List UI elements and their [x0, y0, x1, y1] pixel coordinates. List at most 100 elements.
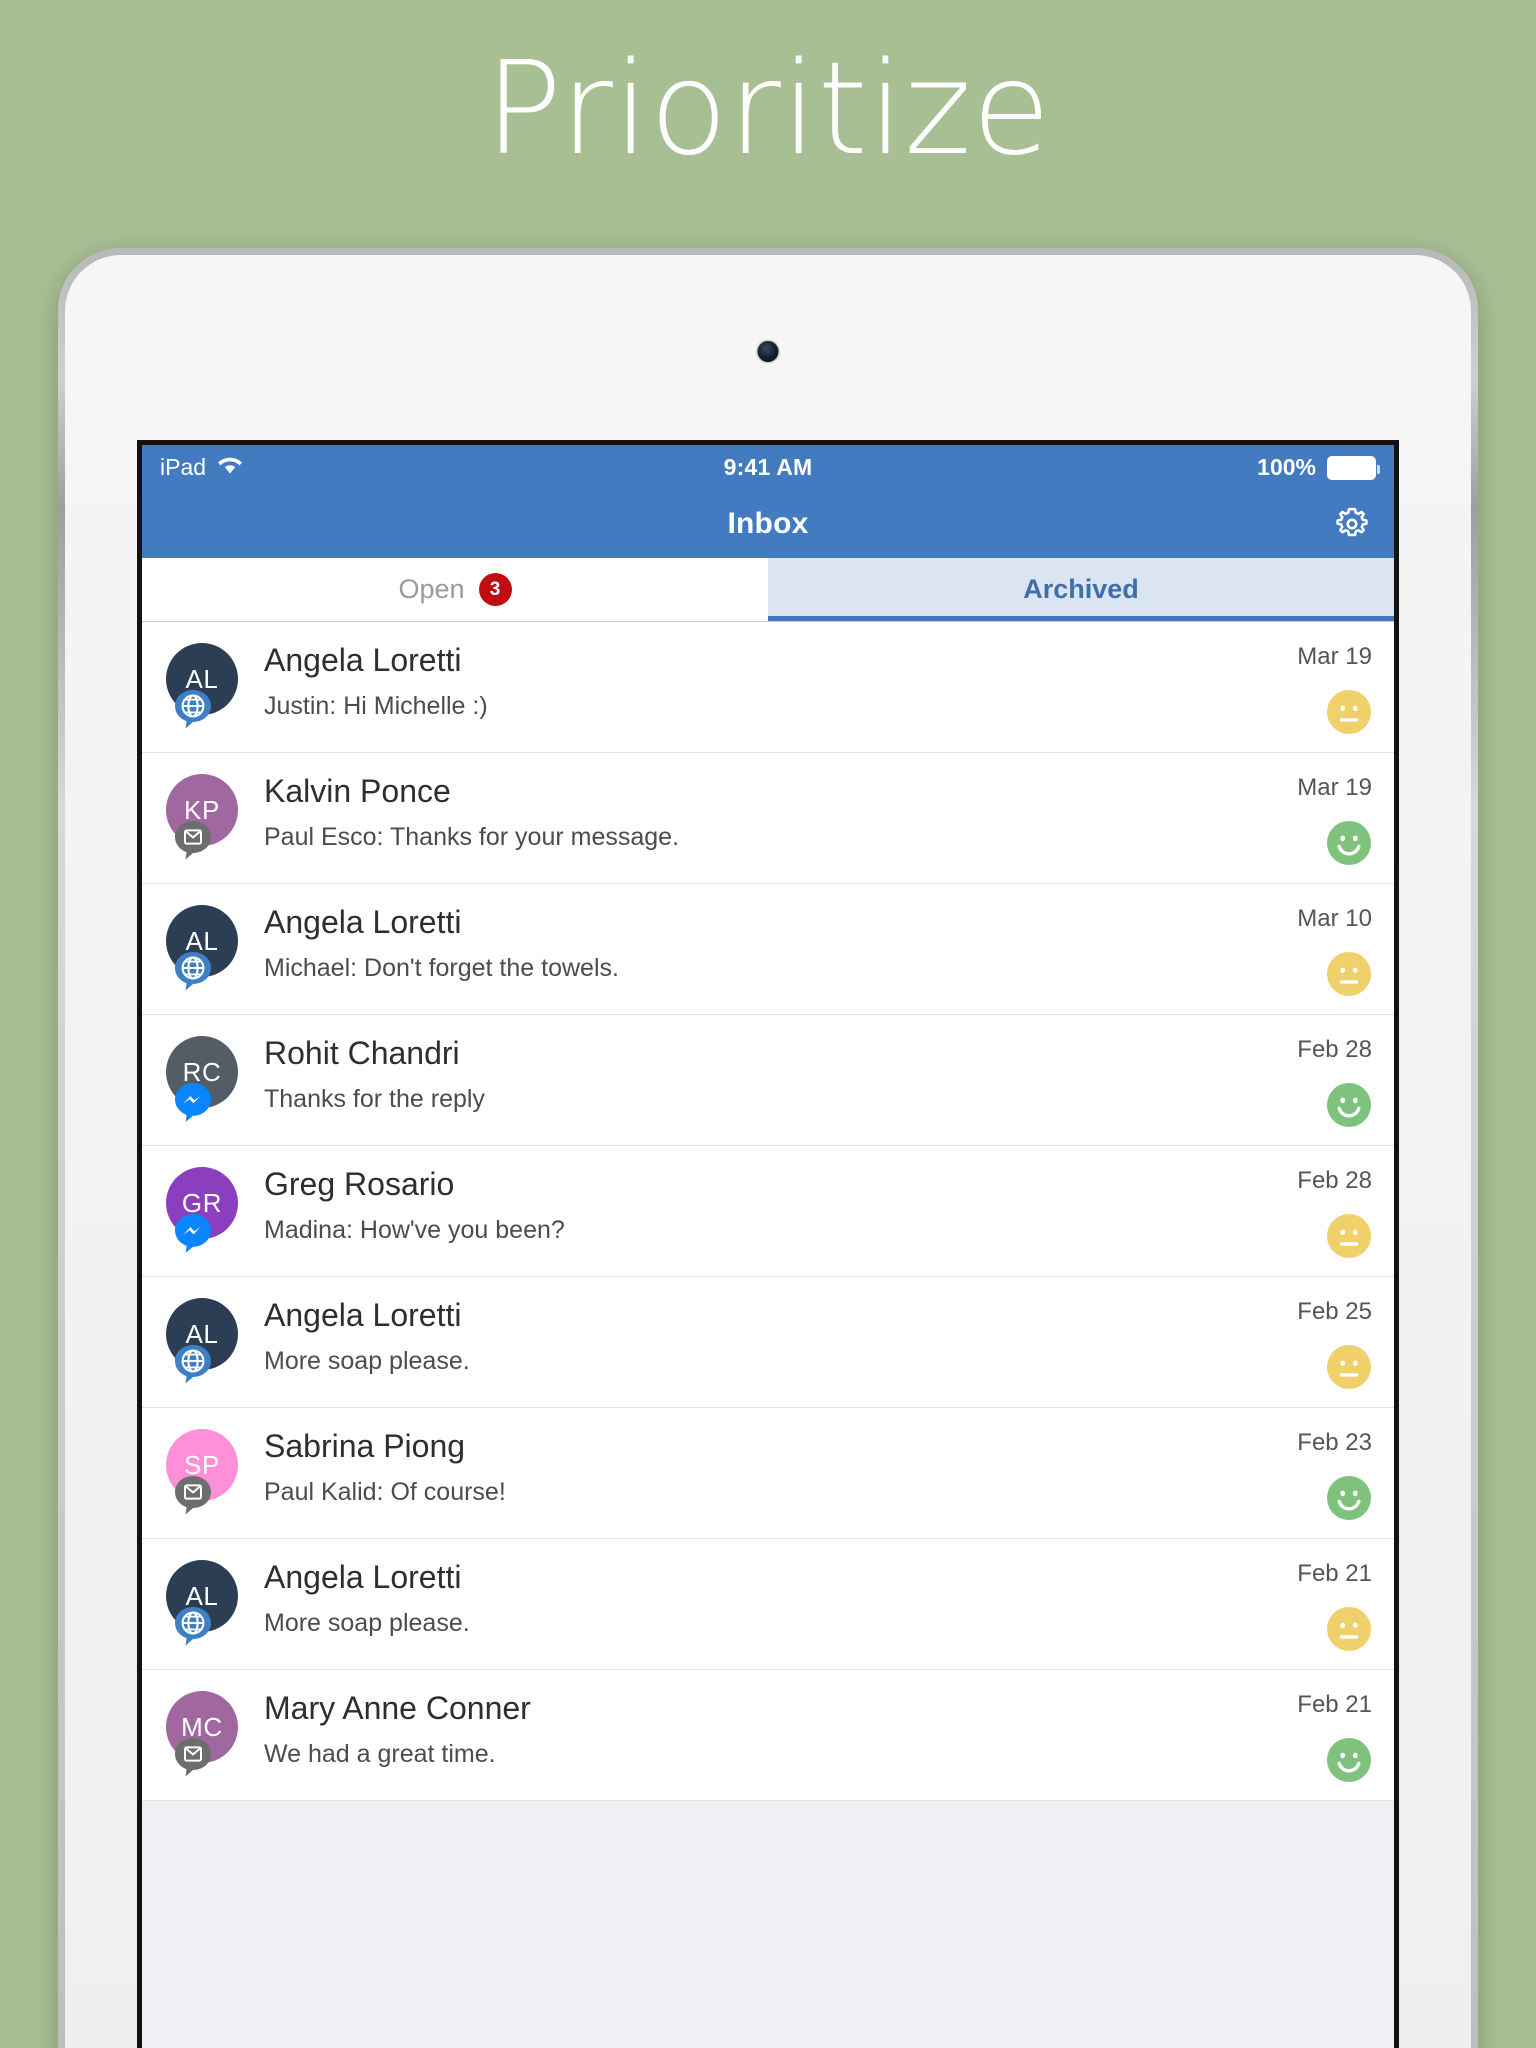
battery-full-icon [1327, 455, 1380, 480]
message-row[interactable]: AL Angela Loretti Michael: Don't forget th… [142, 884, 1394, 1015]
messenger-badge-icon [171, 1080, 215, 1124]
message-preview: We had a great time. [264, 1740, 496, 1769]
status-bar-left: iPad [160, 454, 724, 481]
gear-icon[interactable] [1332, 504, 1372, 544]
message-content: Rohit Chandri Thanks for the reply [238, 1034, 1297, 1114]
message-preview: Paul Kalid: Of course! [264, 1478, 506, 1507]
navigation-bar: Inbox [142, 490, 1394, 558]
contact-name: Sabrina Piong [264, 1428, 466, 1464]
ipad-device-frame: iPad 9:41 AM 100% Inbox Open 3 Archived … [58, 248, 1478, 2048]
page-title: Prioritize [484, 35, 1052, 184]
message-content: Angela Loretti More soap please. [238, 1558, 1297, 1638]
ipad-bezel: iPad 9:41 AM 100% Inbox Open 3 Archived … [65, 255, 1471, 2048]
tab-bar: Open 3 Archived [142, 558, 1394, 622]
contact-name: Kalvin Ponce [264, 773, 451, 809]
tab-open[interactable]: Open 3 [142, 558, 768, 621]
message-meta: Feb 21 [1297, 1689, 1372, 1783]
message-content: Greg Rosario Madina: How've you been? [238, 1165, 1297, 1245]
message-content: Mary Anne Conner We had a great time. [238, 1689, 1297, 1769]
message-date: Feb 21 [1297, 1560, 1372, 1587]
front-camera-icon [757, 341, 779, 362]
contact-name: Angela Loretti [264, 642, 462, 678]
message-meta: Feb 21 [1297, 1558, 1372, 1652]
avatar: GR [166, 1167, 238, 1253]
smile-face-icon[interactable] [1326, 1475, 1372, 1521]
neutral-face-icon[interactable] [1326, 951, 1372, 997]
message-date: Feb 28 [1297, 1167, 1372, 1194]
battery-percent-label: 100% [1257, 454, 1316, 480]
message-row[interactable]: AL Angela Loretti Justin: Hi Michelle :) Ma… [142, 622, 1394, 753]
message-preview: Michael: Don't forget the towels. [264, 954, 619, 983]
message-content: Angela Loretti Justin: Hi Michelle :) [238, 641, 1297, 721]
avatar: MC [166, 1691, 238, 1777]
neutral-face-icon[interactable] [1326, 1606, 1372, 1652]
message-meta: Feb 28 [1297, 1034, 1372, 1128]
message-preview: Justin: Hi Michelle :) [264, 692, 488, 721]
avatar: RC [166, 1036, 238, 1122]
avatar: AL [166, 1560, 238, 1646]
message-meta: Feb 25 [1297, 1296, 1372, 1390]
contact-name: Angela Loretti [264, 1559, 462, 1595]
avatar: SP [166, 1429, 238, 1515]
message-date: Mar 19 [1297, 774, 1372, 801]
message-row[interactable]: AL Angela Loretti More soap please. Feb 21 [142, 1539, 1394, 1670]
tab-archived-label: Archived [1023, 574, 1139, 604]
globe-badge-icon [171, 687, 215, 731]
message-meta: Feb 23 [1297, 1427, 1372, 1521]
contact-name: Greg Rosario [264, 1166, 455, 1202]
avatar: KP [166, 774, 238, 860]
smile-face-icon[interactable] [1326, 820, 1372, 866]
message-meta: Mar 19 [1297, 641, 1372, 735]
list-empty-area [142, 1801, 1394, 2048]
message-date: Feb 25 [1297, 1298, 1372, 1325]
message-content: Angela Loretti Michael: Don't forget the … [238, 903, 1297, 983]
globe-badge-icon [171, 1604, 215, 1648]
message-row[interactable]: SP Sabrina Piong Paul Kalid: Of course! Feb… [142, 1408, 1394, 1539]
contact-name: Mary Anne Conner [264, 1690, 531, 1726]
neutral-face-icon[interactable] [1326, 1213, 1372, 1259]
message-content: Kalvin Ponce Paul Esco: Thanks for your m… [238, 772, 1297, 852]
envelope-badge-icon [171, 1735, 215, 1779]
message-preview: Thanks for the reply [264, 1085, 485, 1114]
message-preview: Paul Esco: Thanks for your message. [264, 823, 680, 852]
neutral-face-icon[interactable] [1326, 689, 1372, 735]
tab-open-label: Open [398, 574, 465, 604]
envelope-badge-icon [171, 1473, 215, 1517]
status-bar-time: 9:41 AM [723, 454, 813, 480]
message-row[interactable]: KP Kalvin Ponce Paul Esco: Thanks for your… [142, 753, 1394, 884]
tab-open-badge: 3 [478, 573, 512, 606]
message-date: Feb 21 [1297, 1691, 1372, 1718]
tab-archived[interactable]: Archived [768, 558, 1394, 621]
status-device-label: iPad [160, 454, 207, 480]
messenger-badge-icon [171, 1211, 215, 1255]
message-date: Mar 19 [1297, 643, 1372, 670]
contact-name: Angela Loretti [264, 1297, 462, 1333]
smile-face-icon[interactable] [1326, 1082, 1372, 1128]
message-row[interactable]: MC Mary Anne Conner We had a great time. Fe… [142, 1670, 1394, 1801]
message-list: AL Angela Loretti Justin: Hi Michelle :) Ma… [142, 622, 1394, 1801]
message-date: Mar 10 [1297, 905, 1372, 932]
message-content: Sabrina Piong Paul Kalid: Of course! [238, 1427, 1297, 1507]
smile-face-icon[interactable] [1326, 1737, 1372, 1783]
envelope-badge-icon [171, 818, 215, 862]
globe-badge-icon [171, 1342, 215, 1386]
message-content: Angela Loretti More soap please. [238, 1296, 1297, 1376]
message-preview: More soap please. [264, 1609, 470, 1638]
message-meta: Mar 19 [1297, 772, 1372, 866]
message-date: Feb 23 [1297, 1429, 1372, 1456]
message-date: Feb 28 [1297, 1036, 1372, 1063]
ipad-screen: iPad 9:41 AM 100% Inbox Open 3 Archived … [137, 440, 1399, 2048]
status-bar-right: 100% [812, 454, 1380, 481]
message-row[interactable]: RC Rohit Chandri Thanks for the reply Feb 2… [142, 1015, 1394, 1146]
avatar: AL [166, 1298, 238, 1384]
neutral-face-icon[interactable] [1326, 1344, 1372, 1390]
message-meta: Mar 10 [1297, 903, 1372, 997]
wifi-icon [217, 454, 243, 481]
contact-name: Angela Loretti [264, 904, 462, 940]
message-row[interactable]: GR Greg Rosario Madina: How've you been? Fe… [142, 1146, 1394, 1277]
message-preview: More soap please. [264, 1347, 470, 1376]
nav-title: Inbox [727, 507, 809, 540]
avatar: AL [166, 643, 238, 729]
message-row[interactable]: AL Angela Loretti More soap please. Feb 25 [142, 1277, 1394, 1408]
globe-badge-icon [171, 949, 215, 993]
